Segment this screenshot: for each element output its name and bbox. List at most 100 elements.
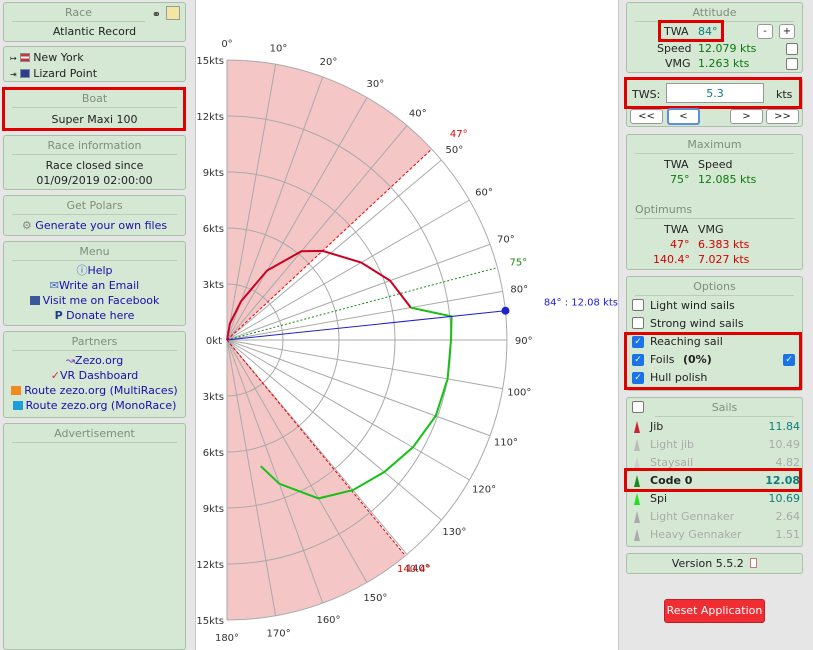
sails-title: Sails [655, 401, 794, 417]
angle-label: 90° [515, 336, 533, 347]
opt-upwind-vmg: 6.383 kts [698, 238, 750, 251]
highlight-boat [2, 87, 186, 131]
opt-downwind-vmg: 7.027 kts [698, 253, 750, 266]
downwind-angle-label: 140.4° [397, 564, 431, 575]
sail-row-spi[interactable]: Spi 10.69 [632, 490, 802, 508]
document-icon[interactable] [750, 558, 758, 568]
hull-polish-checkbox[interactable]: ✓ [632, 372, 644, 384]
speed-tick-label: 6kts [203, 448, 224, 459]
race-info-line1: Race closed since [45, 159, 144, 172]
route-from: ↦ New York [10, 51, 84, 64]
polars-title: Get Polars [12, 199, 177, 215]
sail-row-jib[interactable]: Jib 11.84 [632, 418, 802, 436]
hull-polish-label: Hull polish [650, 371, 708, 384]
angle-label: 50° [445, 145, 463, 156]
map-icon[interactable] [166, 6, 180, 20]
vr-dashboard-icon: ✓ [50, 369, 60, 382]
partner-route-mono[interactable]: Route zezo.org (MonoRace) [4, 398, 185, 413]
partner-zezo[interactable]: ↝Zezo.org [4, 353, 185, 368]
angle-label: 160° [316, 615, 340, 626]
angle-label: 0° [221, 39, 232, 50]
sail-row-light-gennaker[interactable]: Light Gennaker 2.64 [632, 508, 802, 526]
arrival-icon: ⇥ [10, 70, 17, 79]
tws-next-button[interactable]: > [730, 109, 763, 124]
partner-route-multi[interactable]: Route zezo.org (MultiRaces) [4, 383, 185, 398]
menu-title: Menu [12, 245, 177, 261]
angle-label: 40° [409, 109, 427, 120]
opt-twa-label: TWA [664, 223, 689, 236]
angle-label: 170° [266, 628, 290, 639]
generate-files-link[interactable]: ⚙ Generate your own files [4, 218, 185, 233]
speed-tick-label: 15kts [196, 616, 224, 627]
angle-label: 70° [497, 234, 515, 245]
vmg-checkbox[interactable] [786, 58, 798, 70]
foils-detail-checkbox[interactable]: ✓ [783, 354, 795, 366]
light-gennaker-icon [634, 511, 640, 523]
speed-checkbox[interactable] [786, 43, 798, 55]
partners-title: Partners [12, 335, 177, 351]
polar-chart-area: 0° 10° 20° 30° 40° 50° 60° 70° 80° 90° 100° 110° 120… [195, 0, 619, 650]
highlight-twa [658, 20, 724, 42]
max-speed-angle-label: 75° [509, 258, 527, 269]
speed-tick-label: 3kts [203, 280, 224, 291]
tws-prev-button[interactable]: < [667, 108, 700, 125]
menu-email[interactable]: ✉Write an Email [4, 278, 185, 293]
light-wind-checkbox[interactable] [632, 299, 644, 311]
foils-label: Foils [650, 353, 675, 366]
route-multi-icon [11, 386, 22, 395]
twa-increase-button[interactable]: + [779, 24, 795, 39]
strong-wind-checkbox[interactable] [632, 317, 644, 329]
speed-label: Speed [657, 42, 692, 55]
us-flag-icon [20, 53, 31, 62]
polar-chart[interactable]: 0° 10° 20° 30° 40° 50° 60° 70° 80° 90° 100° 110° 120… [196, 0, 620, 650]
no-go-upwind-sector [227, 60, 432, 340]
angle-label: 10° [270, 44, 288, 55]
spi-icon [634, 493, 640, 505]
maximum-title: Maximum [635, 138, 794, 154]
speed-tick-label: 9kts [203, 168, 224, 179]
tws-unit: kts [776, 88, 793, 101]
menu-donate[interactable]: P Donate here [4, 308, 185, 323]
max-speed-label: Speed [698, 158, 733, 171]
angle-label: 100° [507, 388, 531, 399]
tws-first-button[interactable]: << [630, 109, 663, 124]
reaching-sail-label: Reaching sail [650, 335, 723, 348]
reaching-sail-checkbox[interactable]: ✓ [632, 336, 644, 348]
polars-panel: Get Polars ⚙ Generate your own files [3, 195, 186, 236]
angle-label: 20° [320, 57, 338, 68]
menu-help[interactable]: ⓘHelp [4, 263, 185, 278]
foils-checkbox[interactable]: ✓ [632, 354, 644, 366]
speed-tick-label: 6kts [203, 224, 224, 235]
light-jib-icon [634, 439, 640, 451]
tws-last-button[interactable]: >> [766, 109, 799, 124]
speed-value: 12.079 kts [698, 42, 757, 55]
opt-downwind-twa: 140.4° [653, 253, 690, 266]
reset-application-button[interactable]: Reset Application [664, 599, 765, 623]
route-panel: ↦ New York ⇥ Lizard Point [3, 46, 186, 82]
sails-checkbox[interactable] [632, 401, 644, 413]
race-info-line2: 01/09/2019 02:00:00 [36, 174, 153, 187]
advertisement-panel: Advertisement [3, 423, 186, 650]
tws-input[interactable] [666, 83, 764, 103]
partner-vr-dashboard[interactable]: ✓VR Dashboard [4, 368, 185, 383]
options-title: Options [635, 280, 794, 296]
menu-panel: Menu ⓘHelp ✉Write an Email Visit me on F… [3, 241, 186, 326]
race-info-title: Race information [12, 139, 177, 155]
angle-label: 150° [363, 593, 387, 604]
link-icon[interactable]: ⚭ [152, 8, 161, 21]
facebook-icon [29, 296, 40, 305]
vmg-value: 1.263 kts [698, 57, 750, 70]
email-icon: ✉ [49, 279, 59, 292]
upwind-angle-label: 47° [450, 129, 468, 140]
max-twa-label: TWA [664, 158, 689, 171]
zero-label: 0kt [206, 336, 222, 347]
max-speed-value: 12.085 kts [698, 173, 757, 186]
sail-row-heavy-gennaker[interactable]: Heavy Gennaker 1.51 [632, 526, 802, 544]
gear-icon: ⚙ [21, 219, 32, 232]
twa-decrease-button[interactable]: - [757, 24, 773, 39]
jib-icon [634, 421, 640, 433]
angle-label: 110° [494, 438, 518, 449]
menu-facebook[interactable]: Visit me on Facebook [4, 293, 185, 308]
sail-row-light-jib[interactable]: Light jib 10.49 [632, 436, 802, 454]
uk-flag-icon [20, 69, 31, 78]
